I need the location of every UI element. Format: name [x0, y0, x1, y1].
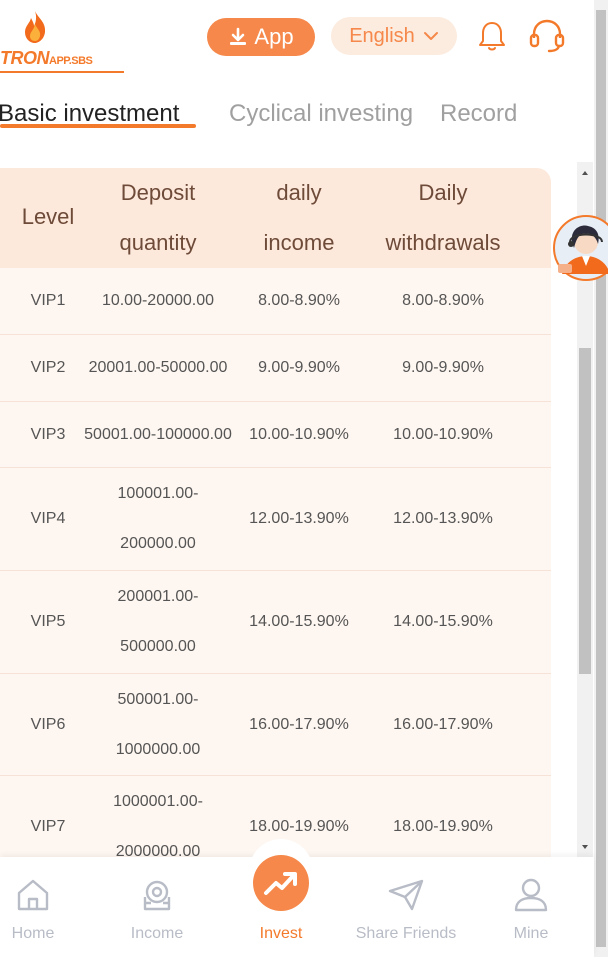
app-button-label: App [254, 24, 294, 49]
flame-logo-icon [25, 11, 46, 43]
cell-deposit-text: 50001.00-100000.00 [84, 425, 232, 443]
table-scrollbar-thumb[interactable] [579, 348, 591, 674]
nav-mine[interactable]: Mine [476, 857, 586, 957]
cell-income: 8.00-8.90% [258, 292, 340, 309]
cell-deposit-text: 20001.00-50000.00 [88, 359, 228, 376]
cell-deposit: 50001.00-100000.00 [76, 402, 240, 467]
table-row: VIP5 200001.00- 500000.00 14.00-15.90% 1… [0, 571, 551, 674]
cell-deposit: 1000001.00- 2000000.00 [76, 776, 240, 857]
cell-income: 9.00-9.90% [258, 359, 340, 376]
cell-withdraw: 12.00-13.90% [393, 510, 493, 527]
language-label: English [349, 24, 415, 47]
tab-cyclical-investing[interactable]: Cyclical investing [229, 100, 413, 128]
paper-plane-icon [388, 879, 424, 911]
bottom-navigation: Home Income Invest Share Friends Mine [0, 839, 594, 957]
chevron-down-icon [423, 32, 438, 40]
scroll-up-arrow-icon[interactable] [577, 168, 593, 178]
nav-home-label: Home [11, 925, 55, 942]
download-app-button[interactable]: App [207, 18, 315, 56]
home-icon [17, 879, 49, 911]
header-withdraw-line2: withdrawals [385, 230, 501, 255]
table-header: Level Deposit quantity daily income Dail… [0, 168, 551, 268]
header-daily-income: daily income [240, 168, 358, 268]
cell-deposit: 100001.00- 200000.00 [76, 468, 240, 570]
bell-icon[interactable] [478, 20, 506, 52]
nav-invest-label: Invest [259, 925, 303, 942]
cell-deposit: 500001.00- 1000000.00 [76, 674, 240, 775]
logo-wordmark: TRONAPP.SBS [0, 48, 124, 73]
user-icon [514, 878, 548, 912]
language-select-button[interactable]: English [331, 17, 457, 55]
cell-deposit-line2: 500000.00 [120, 638, 196, 655]
cell-deposit-line2: 200000.00 [120, 535, 196, 552]
header: TRONAPP.SBS App English [0, 0, 594, 80]
investment-tabs: Basic investment Cyclical investing Reco… [0, 96, 594, 140]
cell-withdraw: 10.00-10.90% [393, 425, 493, 443]
nav-income[interactable]: Income [102, 857, 212, 957]
active-tab-indicator [0, 124, 196, 128]
table-row: VIP6 500001.00- 1000000.00 16.00-17.90% … [0, 674, 551, 776]
cell-deposit-line2: 1000000.00 [115, 740, 201, 758]
nav-income-label: Income [130, 925, 184, 942]
cell-income: 16.00-17.90% [249, 715, 349, 733]
vip-level-table[interactable]: Level Deposit quantity daily income Dail… [0, 168, 551, 857]
scroll-down-arrow-icon[interactable] [577, 842, 593, 852]
header-income-line1: daily [276, 180, 322, 205]
header-deposit-line2: quantity [119, 230, 197, 255]
nav-share-friends-label: Share Friends [355, 925, 457, 942]
table-row: VIP1 10.00-20000.00 8.00-8.90% 8.00-8.90… [0, 268, 551, 335]
logo-brand: TRON [0, 48, 50, 68]
cell-withdraw: 16.00-17.90% [393, 715, 493, 733]
table-row: VIP4 100001.00- 200000.00 12.00-13.90% 1… [0, 468, 551, 571]
cell-deposit-line1: 100001.00- [117, 485, 199, 502]
cell-deposit-line1: 500001.00- [117, 690, 199, 708]
nav-home[interactable]: Home [0, 857, 88, 957]
logo-domain: APP.SBS [49, 55, 93, 67]
page-scrollbar-thumb[interactable] [596, 10, 606, 947]
cell-withdraw: 8.00-8.90% [402, 292, 484, 309]
header-deposit-line1: Deposit [120, 180, 196, 205]
cell-deposit: 10.00-20000.00 [76, 268, 240, 334]
page-scrollbar[interactable] [594, 0, 608, 957]
header-deposit-quantity: Deposit quantity [96, 168, 220, 268]
customer-support-avatar-icon[interactable] [552, 214, 608, 282]
invest-button-circle [253, 855, 309, 911]
header-withdraw-line1: Daily [418, 180, 468, 205]
cell-withdraw: 14.00-15.90% [393, 613, 493, 630]
cell-deposit-text: 10.00-20000.00 [101, 292, 215, 309]
tab-record[interactable]: Record [440, 100, 517, 128]
cell-income: 10.00-10.90% [249, 425, 349, 443]
nav-mine-label: Mine [513, 925, 549, 942]
headset-icon[interactable] [528, 18, 566, 54]
cell-deposit: 20001.00-50000.00 [76, 335, 240, 401]
table-row: VIP3 50001.00-100000.00 10.00-10.90% 10.… [0, 402, 551, 468]
cell-deposit: 200001.00- 500000.00 [76, 571, 240, 673]
cell-income: 12.00-13.90% [249, 510, 349, 527]
income-icon [143, 880, 171, 911]
header-income-line2: income [263, 230, 335, 255]
cell-withdraw: 9.00-9.90% [402, 359, 484, 376]
cell-income: 14.00-15.90% [249, 613, 349, 630]
cell-deposit-line1: 1000001.00- [113, 793, 203, 810]
cell-deposit-line2: 2000000.00 [115, 843, 201, 857]
header-level: Level [21, 204, 75, 229]
cell-withdraw: 18.00-19.90% [393, 818, 493, 835]
cell-deposit-line1: 200001.00- [117, 588, 199, 605]
brand-logo[interactable]: TRONAPP.SBS [0, 10, 130, 73]
logo-underline [0, 71, 124, 73]
invest-trend-icon [264, 872, 297, 895]
header-daily-withdrawals: Daily withdrawals [368, 168, 518, 268]
nav-share-friends[interactable]: Share Friends [351, 857, 461, 957]
table-row: VIP2 20001.00-50000.00 9.00-9.90% 9.00-9… [0, 335, 551, 402]
download-icon [230, 27, 247, 45]
nav-invest[interactable]: Invest [226, 839, 336, 957]
